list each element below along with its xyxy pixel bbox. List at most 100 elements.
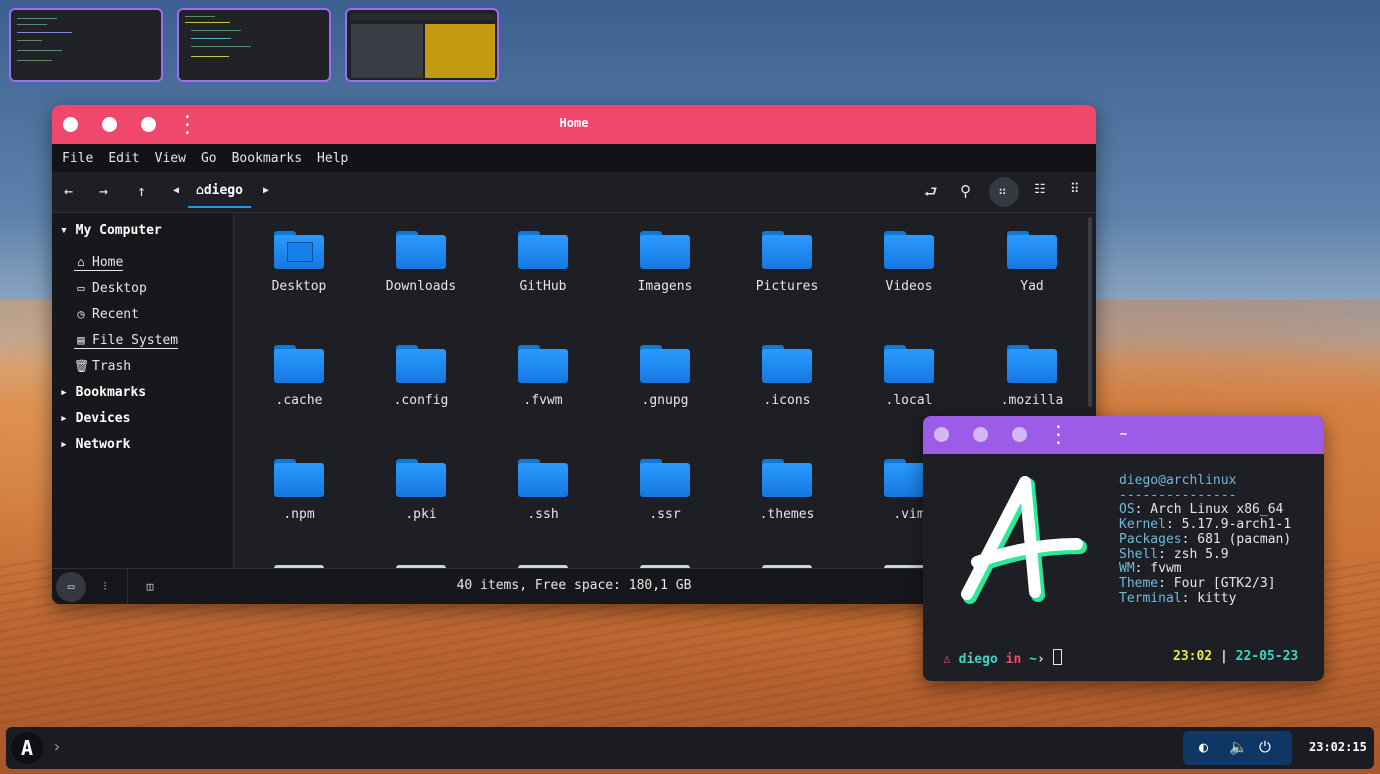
sidebar-item-desktop[interactable]: ▭ Desktop <box>74 281 146 296</box>
terminal-window: · · · ~ diego@archlinux --------------- OS… <box>923 416 1324 681</box>
folder-icon <box>274 231 324 269</box>
folder-item[interactable]: .cache <box>244 345 354 408</box>
info-row: Shell: zsh 5.9 <box>1119 546 1229 562</box>
scrollbar[interactable] <box>1088 217 1092 407</box>
folder-label: GitHub <box>519 279 567 294</box>
taskbar: A › ◐ 🔈 ⏻ 23:02:15 <box>6 727 1374 769</box>
back-arrow-icon[interactable]: ← <box>64 182 73 200</box>
folder-item[interactable]: .ssh <box>488 459 598 522</box>
folder-item[interactable]: Desktop <box>244 231 354 294</box>
menu-help[interactable]: Help <box>317 151 348 166</box>
folder-label: Downloads <box>385 279 457 294</box>
menu-view[interactable]: View <box>155 151 186 166</box>
folder-item[interactable]: .ssr <box>610 459 720 522</box>
shell-prompt[interactable]: ♙ diego in ~› <box>943 649 1062 667</box>
folder-label: .themes <box>759 507 815 522</box>
sidebar-item-trash[interactable]: 🗑 Trash <box>74 359 131 374</box>
expand-icon: ▾ <box>60 223 76 238</box>
path-left-icon[interactable]: ◀ <box>173 185 179 196</box>
folder-item[interactable]: GitHub <box>488 231 598 294</box>
workspace-thumbnail-2[interactable] <box>177 8 331 82</box>
folder-item[interactable]: Pictures <box>732 231 842 294</box>
menu-go[interactable]: Go <box>201 151 217 166</box>
up-arrow-icon[interactable]: ↑ <box>137 182 146 200</box>
sidebar-devices[interactable]: ▸ Devices <box>60 411 130 426</box>
breadcrumb[interactable]: ⌂diego <box>188 180 251 208</box>
arch-logo-image <box>961 476 1087 604</box>
folder-item[interactable]: .themes <box>732 459 842 522</box>
terminal-titlebar[interactable]: · · · ~ <box>923 416 1324 454</box>
folder-label: .mozilla <box>1000 393 1064 408</box>
folder-label: Videos <box>885 279 933 294</box>
folder-item[interactable]: Videos <box>854 231 964 294</box>
folder-item[interactable]: Yad <box>977 231 1087 294</box>
file-manager-titlebar[interactable]: · · · Home <box>52 105 1096 144</box>
folder-icon <box>762 231 812 269</box>
brightness-icon[interactable]: ◐ <box>1199 738 1208 756</box>
folder-label: .ssh <box>527 507 559 522</box>
compact-view-icon[interactable]: ⠿ <box>1070 182 1080 197</box>
icon-view-icon[interactable]: ⠶ <box>998 184 1007 198</box>
home-icon: ⌂ <box>77 255 85 269</box>
sidebar-item-home[interactable]: ⌂ Home <box>74 255 124 271</box>
menubar: File Edit View Go Bookmarks Help <box>52 144 1096 172</box>
info-row: Packages: 681 (pacman) <box>1119 531 1292 547</box>
info-row: Kernel: 5.17.9-arch1-1 <box>1119 517 1292 533</box>
power-icon[interactable]: ⏻ <box>1259 738 1271 756</box>
folder-item[interactable]: Downloads <box>366 231 476 294</box>
folder-label: .local <box>885 393 933 408</box>
folder-icon <box>1007 345 1057 383</box>
sidebar-network[interactable]: ▸ Network <box>60 437 130 452</box>
folder-item[interactable]: .mozilla <box>977 345 1087 408</box>
folder-icon <box>640 231 690 269</box>
toggle-location-icon[interactable]: ⮐ <box>924 182 938 207</box>
folder-icon <box>1007 231 1057 269</box>
info-row: WM: fvwm <box>1119 561 1182 577</box>
list-view-icon[interactable]: ☷ <box>1034 182 1046 197</box>
path-right-icon[interactable]: ▶ <box>263 185 269 196</box>
menu-bookmarks[interactable]: Bookmarks <box>232 151 302 166</box>
folder-item[interactable]: .fvwm <box>488 345 598 408</box>
sidebar-my-computer[interactable]: ▾ My Computer <box>60 223 162 238</box>
folder-icon <box>396 231 446 269</box>
folder-item[interactable]: .config <box>366 345 476 408</box>
prompt-in: in <box>1005 652 1022 667</box>
folder-label: .npm <box>283 507 315 522</box>
folder-item[interactable]: .icons <box>732 345 842 408</box>
folder-label: .icons <box>763 393 811 408</box>
chevron-right-icon[interactable]: › <box>52 737 62 756</box>
prompt-dir: ~ <box>1029 652 1037 667</box>
breadcrumb-label: diego <box>203 183 243 198</box>
collapsed-icon: ▸ <box>60 437 76 452</box>
folder-item[interactable]: .npm <box>244 459 354 522</box>
folder-item[interactable]: Imagens <box>610 231 720 294</box>
workspace-thumbnail-3[interactable] <box>345 8 499 82</box>
menu-file[interactable]: File <box>62 151 93 166</box>
folder-label: Desktop <box>271 279 327 294</box>
sidebar-item-recent[interactable]: ◷ Recent <box>74 307 139 322</box>
menu-edit[interactable]: Edit <box>108 151 139 166</box>
folder-item[interactable]: .local <box>854 345 964 408</box>
separator: --------------- <box>1119 487 1237 503</box>
workspace-thumbnail-1[interactable] <box>9 8 163 82</box>
volume-icon[interactable]: 🔈 <box>1229 738 1248 756</box>
sidebar: ▾ My Computer ⌂ Home ▭ Desktop ◷ Recent ▤ Fi… <box>52 213 234 569</box>
forward-arrow-icon[interactable]: → <box>99 182 108 200</box>
sidebar-item-file-system[interactable]: ▤ File System <box>74 333 179 349</box>
prompt-user: diego <box>958 652 998 667</box>
folder-label: .ssr <box>649 507 681 522</box>
folder-icon <box>396 459 446 497</box>
folder-item[interactable]: .gnupg <box>610 345 720 408</box>
prompt-time: 23:02 <box>1173 649 1213 664</box>
folder-label: .gnupg <box>641 393 689 408</box>
launcher-logo-button[interactable]: A <box>11 732 43 764</box>
folder-icon <box>884 231 934 269</box>
info-row: Theme: Four [GTK2/3] <box>1119 575 1276 591</box>
folder-icon <box>762 345 812 383</box>
window-title: Home <box>559 116 589 130</box>
folder-item[interactable]: .pki <box>366 459 476 522</box>
folder-label: Imagens <box>637 279 693 294</box>
search-icon[interactable]: ⚲ <box>960 182 971 200</box>
folder-icon <box>518 345 568 383</box>
sidebar-bookmarks[interactable]: ▸ Bookmarks <box>60 385 146 400</box>
